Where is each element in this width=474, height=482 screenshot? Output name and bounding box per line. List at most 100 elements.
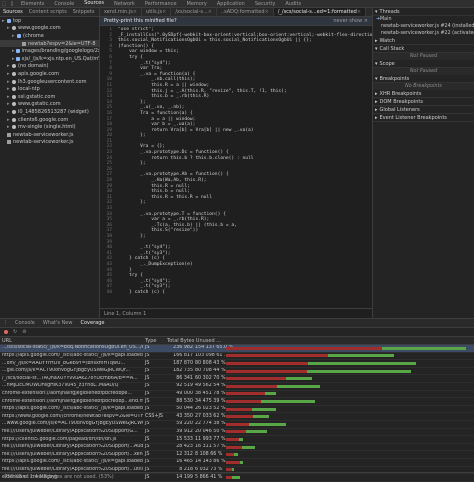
tree-item[interactable]: ▸ (no domain) — [0, 63, 99, 71]
coverage-row[interactable]: /_/scs/social-st...TAQnaXUYYvvuAkZ7oYDEm… — [0, 375, 474, 383]
tree-item[interactable]: ▸ clients6.google.com — [0, 116, 99, 124]
coverage-row[interactable]: ...nMJLTcCMOWDFegHlK37Vu45_z3YnoL..MaAD/… — [0, 383, 474, 391]
usage-visualization-column-header[interactable] — [223, 337, 474, 344]
thread-item[interactable]: newtab-serviceworker.js #22 (activated) — [373, 30, 474, 37]
expand-arrow-icon[interactable]: ▸ — [7, 63, 11, 69]
coverage-row[interactable]: file:///Users/julweber/Library/Applicati… — [0, 444, 474, 452]
expand-arrow-icon[interactable]: ▸ — [7, 117, 11, 123]
navigator-tab-content-scripts[interactable]: Content scripts — [26, 9, 70, 15]
editor-file-tab[interactable]: xend.min.js × — [100, 8, 143, 16]
tree-item[interactable]: newtab-serviceworker.js — [0, 139, 99, 147]
coverage-row[interactable]: file:///Users/julweber/Library/Applicati… — [0, 429, 474, 437]
section-header[interactable]: ▾ Call Stack — [373, 45, 474, 53]
tree-item[interactable]: ▸ apis.google.com — [0, 70, 99, 78]
expand-arrow-icon[interactable]: ▸ — [7, 101, 11, 107]
drawer-menu-icon[interactable]: ⋮ — [3, 320, 8, 326]
tree-item[interactable]: newtab-serviceworker.js — [0, 131, 99, 139]
tree-item[interactable]: ▸ l0_1485826513287 (widget) — [0, 108, 99, 116]
panel-tab-network[interactable]: Network — [109, 0, 140, 7]
url-column-header[interactable]: URL — [0, 338, 143, 344]
expand-arrow-icon[interactable]: ▸ — [7, 109, 11, 115]
inspect-element-icon[interactable]: ⬚ — [0, 0, 8, 7]
coverage-row[interactable]: https://www.google.com/(chrome/newtab?es… — [0, 413, 474, 421]
tree-item[interactable]: newtab?espv=2&ie=UTF-8 — [0, 39, 99, 48]
tree-item[interactable]: ▸ lh3.googleusercontent.com — [0, 78, 99, 86]
expand-arrow-icon[interactable]: ▸ — [12, 48, 15, 54]
coverage-row[interactable]: chrome-extension://aomjhallfgjeglblehebf… — [0, 398, 474, 406]
close-tab-icon[interactable]: × — [265, 9, 269, 15]
coverage-row[interactable]: ...gle.com/js/k=ACT90ohvogGYJBgEyUSWeGJR… — [0, 368, 474, 376]
panel-tab-memory[interactable]: Memory — [182, 0, 212, 7]
reload-icon[interactable]: ↻ — [13, 329, 17, 335]
section-header[interactable]: ▾ Breakpoints — [373, 75, 474, 83]
coverage-row[interactable]: https://apis.google.com/_/scs/abc-static… — [0, 459, 474, 467]
tree-item[interactable]: ▸ local-ntp — [0, 85, 99, 93]
expand-arrow-icon[interactable]: ▸ — [7, 71, 11, 77]
line-number[interactable]: 48 — [100, 290, 114, 296]
expand-arrow-icon[interactable]: ▸ — [7, 79, 11, 85]
close-tab-icon[interactable]: × — [208, 9, 212, 15]
panel-tab-sources[interactable]: Sources — [79, 0, 109, 7]
code-view[interactable]: 1 "use strict"; 2 _F_installCss(".0ySDpf{-w… — [100, 27, 372, 307]
close-tab-icon[interactable]: × — [162, 9, 166, 15]
type-column-header[interactable]: Type — [143, 338, 167, 344]
tree-item[interactable]: ▸ (chrome — [0, 32, 99, 40]
navigator-tab-sources[interactable]: Sources — [0, 9, 26, 15]
clear-icon[interactable]: ⊘ — [22, 329, 26, 335]
panel-tab-console[interactable]: Console — [49, 0, 79, 7]
thread-item[interactable]: ➜ Main — [373, 16, 474, 23]
panel-tab-application[interactable]: Application — [212, 0, 250, 7]
section-header[interactable]: ▸ DOM Breakpoints — [373, 98, 474, 106]
coverage-row[interactable]: ...www.google.com/js/k=ACT90ohvogGYJBgEy… — [0, 421, 474, 429]
expand-arrow-icon[interactable]: ▸ — [2, 18, 6, 24]
coverage-row[interactable]: https://apis.google.com/_/scs/abc-static… — [0, 406, 474, 414]
expand-arrow-icon[interactable]: ▸ — [12, 33, 16, 39]
coverage-row[interactable]: ...om/_/js/k=AADYYrHOV_bGeb9Y=/bhsxmHTqw… — [0, 360, 474, 368]
record-icon[interactable] — [4, 330, 8, 334]
never-show-link[interactable]: never show × — [333, 18, 368, 24]
tree-item[interactable]: ▸ top — [0, 17, 99, 25]
drawer-tab-what-s-new[interactable]: What's New — [39, 319, 77, 327]
total-bytes-column-header[interactable]: Total Bytes — [167, 338, 195, 344]
section-header[interactable]: ▸ Watch — [373, 37, 474, 45]
coverage-row[interactable]: https://apis.google.com/_/scs/abc-static… — [0, 353, 474, 361]
tree-item[interactable]: ▸ www.google.com — [0, 25, 99, 33]
device-toolbar-icon[interactable]: ▯ — [8, 0, 16, 7]
thread-item[interactable]: newtab-serviceworker.js #24 (installed) — [373, 23, 474, 30]
tree-item[interactable]: ▸ ssl.gstatic.com — [0, 93, 99, 101]
threads-section-header[interactable]: ▾ Threads — [373, 8, 474, 16]
tree-item[interactable]: ▸ images/branding/googlelogo/2x — [0, 47, 99, 55]
unused-bytes-column-header[interactable]: Unused ... — [195, 338, 223, 344]
editor-file-tab[interactable]: /_/scs/social-s...ed=1:formatted × — [273, 8, 367, 16]
expand-arrow-icon[interactable]: ▸ — [7, 25, 11, 31]
expand-arrow-icon[interactable]: ▸ — [12, 56, 15, 62]
editor-file-tab[interactable]: ..sADQ:formatted × — [217, 8, 274, 16]
panel-tab-elements[interactable]: Elements — [16, 0, 49, 7]
coverage-row[interactable]: .../scs/social-static/_/js/k=boq.Notific… — [0, 345, 474, 353]
coverage-row[interactable]: chrome-extension://aomjhallfgjeglblehebf… — [0, 391, 474, 399]
drawer-tab-console[interactable]: Console — [11, 319, 39, 327]
editor-file-tab[interactable]: utils.js × — [142, 8, 172, 16]
panel-tab-audits[interactable]: Audits — [280, 0, 306, 7]
tree-item[interactable]: ▸ www.gstatic.com — [0, 101, 99, 109]
pretty-print-prompt[interactable]: Pretty-print this minified file? — [104, 18, 177, 24]
tree-item[interactable]: ▸ mv-single (single.html) — [0, 123, 99, 131]
section-header[interactable]: ▸ XHR Breakpoints — [373, 90, 474, 98]
coverage-row[interactable]: file:///Users/julweber/Library/Applicati… — [0, 451, 474, 459]
expand-arrow-icon[interactable]: ▸ — [7, 86, 11, 92]
coverage-row[interactable]: https://clients5.google.com/pagead/drt/d… — [0, 436, 474, 444]
expand-arrow-icon[interactable]: ▸ — [7, 94, 11, 100]
panel-tab-security[interactable]: Security — [250, 0, 281, 7]
tree-item[interactable]: ▸ xjs/_/js/k=xjs.ntp.en_US.Qat/mVPl — [0, 55, 99, 63]
expand-arrow-icon[interactable]: ▸ — [7, 124, 11, 130]
close-tab-icon[interactable]: × — [357, 9, 361, 15]
used-segment — [238, 437, 243, 441]
section-header[interactable]: ▾ Scope — [373, 60, 474, 68]
panel-tab-performance[interactable]: Performance — [140, 0, 182, 7]
section-header[interactable]: ▸ Global Listeners — [373, 106, 474, 114]
section-header[interactable]: ▸ Event Listener Breakpoints — [373, 114, 474, 122]
close-tab-icon[interactable]: × — [133, 9, 137, 15]
drawer-tab-coverage[interactable]: Coverage — [76, 319, 109, 327]
editor-file-tab[interactable]: /xs/social-s... × — [171, 8, 217, 16]
navigator-tab-snippets[interactable]: Snippets — [70, 9, 98, 15]
